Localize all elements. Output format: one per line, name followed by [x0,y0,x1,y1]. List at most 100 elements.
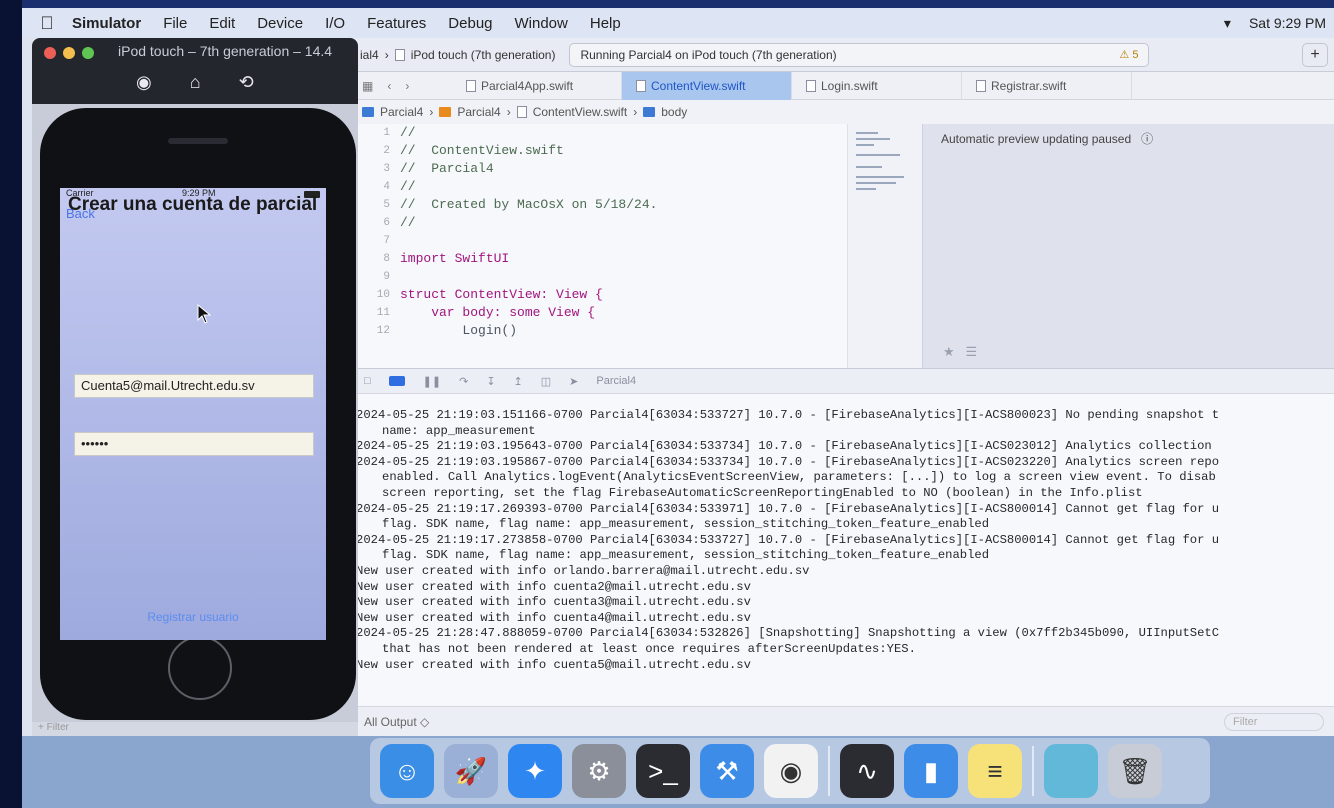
pin-icon[interactable]: ★ [943,344,955,359]
code-line: 6 // [352,214,847,232]
tab-registrar[interactable]: Registrar.swift [962,71,1132,100]
tab-login[interactable]: Login.swift [792,71,962,100]
code-text: struct ContentView: View { [400,287,603,302]
apple-menu-icon[interactable]:  [22,13,72,34]
tab-navigation: ▦ ‹ › [352,79,452,93]
dock-finder-icon[interactable]: ☺ [380,744,434,798]
info-icon[interactable]: ⓘ [1134,132,1153,146]
menu-io[interactable]: I/O [325,15,345,32]
code-text: var body: some View { [400,305,596,320]
minimap-line [856,138,890,140]
close-window-icon[interactable] [44,47,56,59]
device-speaker [168,138,228,144]
scheme-selector[interactable]: ial4 › iPod touch (7th generation) [352,48,563,62]
debug-target-label[interactable]: Parcial4 [596,375,636,387]
swift-file-icon [806,79,816,92]
dock-terminal-icon[interactable]: >_ [636,744,690,798]
warning-count: 5 [1132,49,1139,61]
tab-contentview[interactable]: ContentView.swift [622,71,792,100]
line-number: 8 [383,253,390,265]
simulator-filter-input[interactable]: Filter [47,722,69,733]
menu-device[interactable]: Device [257,15,303,32]
debug-console[interactable]: 2024-05-25 21:19:03.151166-0700 Parcial4… [352,394,1334,706]
editor-tab-bar: ▦ ‹ › Parcial4App.swift ContentView.swif… [352,71,1334,100]
console-line: flag. SDK name, flag name: app_measureme… [382,517,990,532]
console-line: 2024-05-25 21:19:03.151166-0700 Parcial4… [356,408,1220,422]
location-icon[interactable]: ➤ [569,375,578,388]
library-plus-button[interactable]: + [1302,42,1328,67]
view-hierarchy-icon[interactable]: ◫ [541,375,551,388]
dock-trash-icon[interactable]: 🗑 [1108,744,1162,798]
wifi-icon[interactable]: ▾ [1224,15,1231,32]
step-out-icon[interactable]: ↥ [514,375,523,388]
hide-debug-icon[interactable]: □ [364,375,371,387]
password-field[interactable]: •••••• [74,432,314,456]
line-number: 6 [383,217,390,229]
register-user-button[interactable]: Registrar usuario [60,610,326,624]
menu-file[interactable]: File [163,15,187,32]
minimap-line [856,182,896,184]
dock-xcode-icon[interactable]: ⚒ [700,744,754,798]
minimize-window-icon[interactable] [63,47,75,59]
dock-launchpad-icon[interactable]: 🚀 [444,744,498,798]
rotate-icon[interactable]: ⟲ [239,72,254,93]
output-selector[interactable]: All Output ◇ [364,715,429,729]
line-number: 9 [383,271,390,283]
code-minimap[interactable] [847,124,922,368]
console-filter-input[interactable]: Filter [1224,712,1324,731]
menu-debug[interactable]: Debug [448,15,492,32]
code-editor[interactable]: 1//2// ContentView.swift 3// Parcial4 4//5… [352,124,847,368]
canvas-preview: Automatic preview updating paused ⓘ ★ ☰ [922,124,1334,368]
add-icon[interactable]: + [38,722,47,733]
breadcrumb-symbol[interactable]: body [661,105,687,119]
dock-chrome-icon[interactable]: ◉ [764,744,818,798]
home-icon[interactable]: ⌂ [190,72,201,93]
line-number: 7 [383,235,390,247]
breadcrumb-file[interactable]: ContentView.swift [533,105,628,119]
dock-activity-monitor-icon[interactable]: ∿ [840,744,894,798]
preview-controls: ★ ☰ [943,344,977,360]
dock-safari-icon[interactable]: ✦ [508,744,562,798]
desktop-screen:  Simulator File Edit Device I/O Feature… [22,8,1334,808]
display-bezel [0,0,22,808]
menu-window[interactable]: Window [515,15,568,32]
back-chevron-icon[interactable]: ‹ [387,79,391,93]
menu-help[interactable]: Help [590,15,621,32]
dock-notes-icon[interactable]: ≡ [968,744,1022,798]
dock-glyph: ⚒ [715,755,739,786]
step-in-icon[interactable]: ↧ [486,375,495,388]
dock-downloads-icon[interactable] [1044,744,1098,798]
tab-parcial4app[interactable]: Parcial4App.swift [452,71,622,100]
device-screen[interactable]: Carrier 9:29 PM Back Crear una cuenta de… [60,188,326,640]
pause-icon[interactable]: ❚❚ [423,375,441,388]
console-line: New user created with info orlando.barre… [356,563,810,578]
menu-clock[interactable]: Sat 9:29 PM [1249,15,1326,31]
code-line: 10 struct ContentView: View { [352,286,847,304]
breadcrumb-project[interactable]: Parcial4 [380,105,423,119]
menu-features[interactable]: Features [367,15,426,32]
zoom-window-icon[interactable] [82,47,94,59]
step-over-icon[interactable]: ↷ [459,375,468,388]
console-line: enabled. Call Analytics.logEvent(Analyti… [382,470,1216,485]
property-icon [643,107,656,117]
dock-system-preferences-icon[interactable]: ⚙ [572,744,626,798]
breadcrumb-group[interactable]: Parcial4 [457,105,500,119]
list-icon[interactable]: ☰ [966,344,978,359]
dock-glyph: >_ [648,755,678,786]
simulator-toolbar: ◉ ⌂ ⟲ [136,72,254,93]
menu-edit[interactable]: Edit [209,15,235,32]
forward-chevron-icon[interactable]: › [405,79,409,93]
dock-separator [828,746,830,796]
simulator-title: iPod touch – 7th generation – 14.4 [118,43,333,59]
email-field[interactable]: Cuenta5@mail.Utrecht.edu.sv [74,374,314,398]
grid-icon[interactable]: ▦ [362,79,373,93]
folder-icon [439,107,452,117]
screenshot-icon[interactable]: ◉ [136,72,152,93]
warning-badge[interactable]: ⚠ 5 [1119,48,1138,61]
device-home-button[interactable] [168,636,232,700]
breakpoints-toggle-icon[interactable] [388,376,405,386]
line-number: 4 [383,181,390,193]
minimap-line [856,154,900,156]
dock-simulator-icon[interactable]: ▮ [904,744,958,798]
menu-app-simulator[interactable]: Simulator [72,15,141,32]
